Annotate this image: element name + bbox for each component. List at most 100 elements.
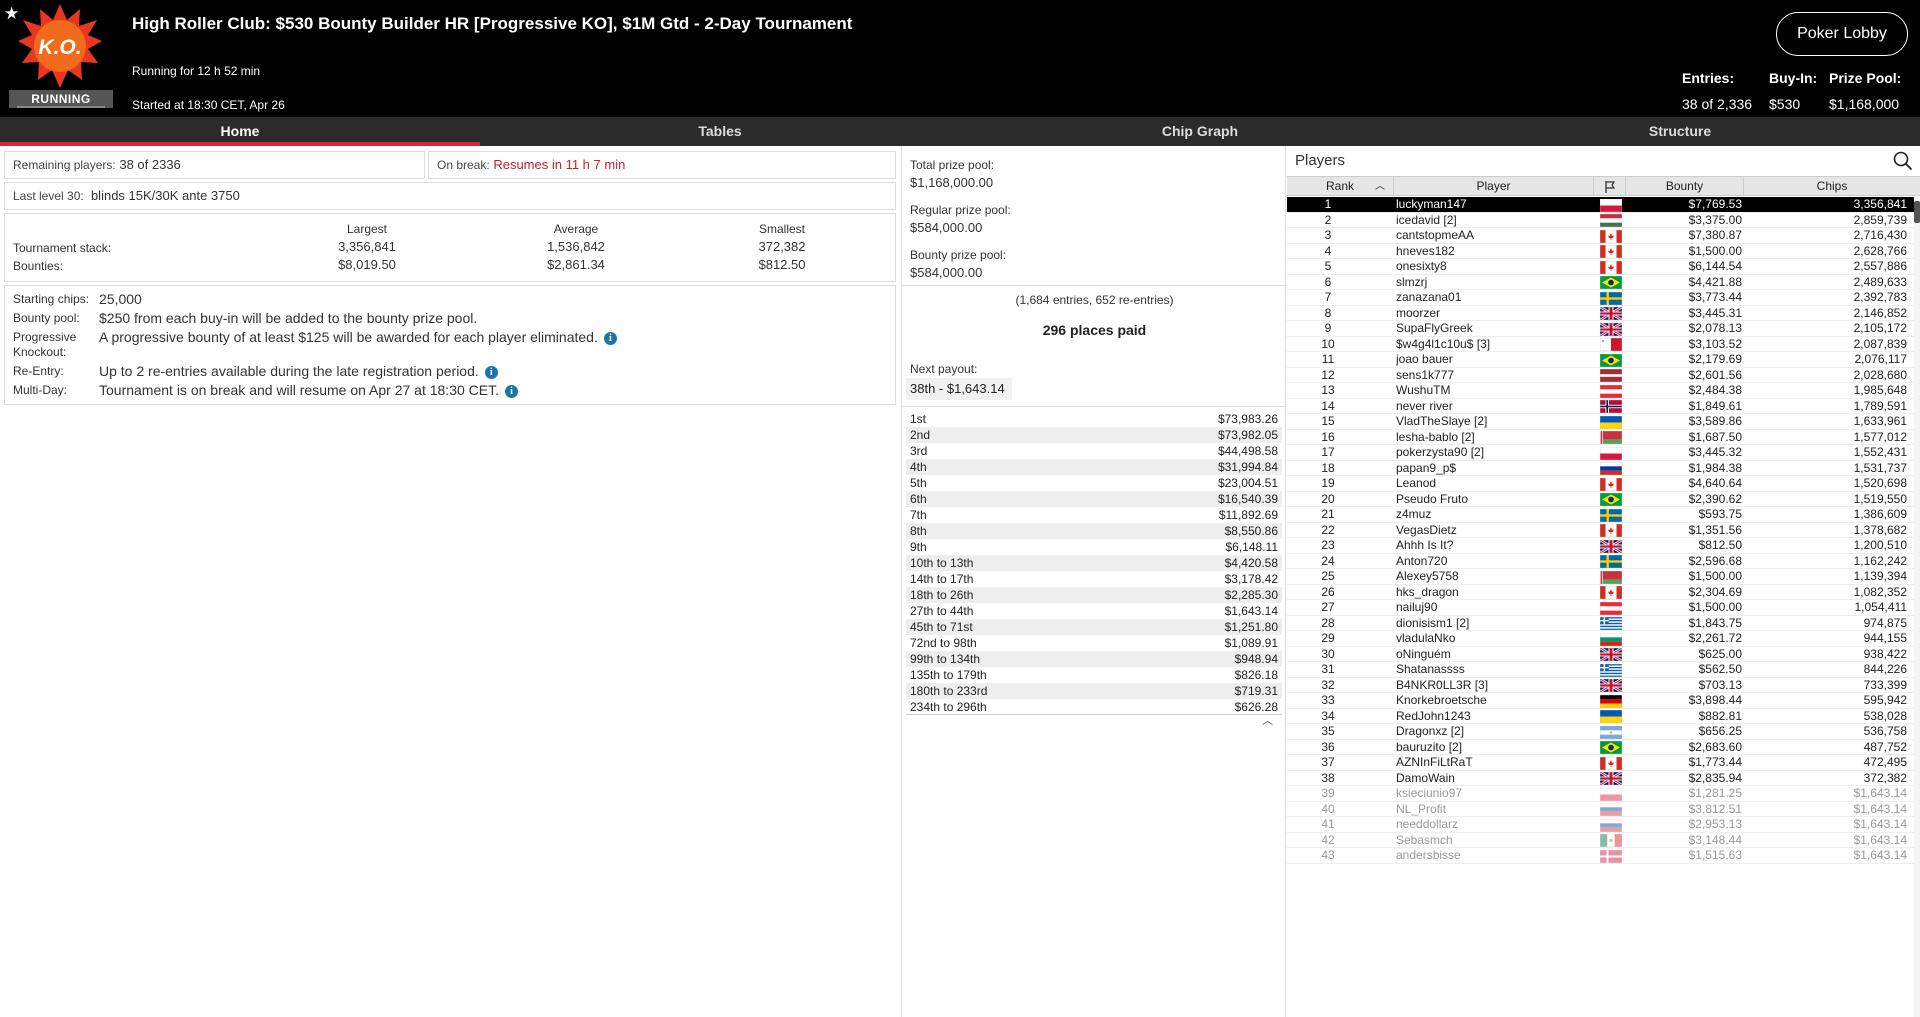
player-row[interactable]: 23 Ahhh Is It? $812.50 1,200,510 (1287, 538, 1914, 554)
country-flag-icon (1600, 539, 1622, 553)
player-row[interactable]: 16 lesha-bablo [2] $1,687.50 1,577,012 (1287, 429, 1914, 445)
player-row[interactable]: 39 ksieciunio97 $1,281.25 $1,643.14 (1287, 786, 1914, 802)
collapse-chevron-icon[interactable]: ︿ (1262, 712, 1273, 728)
average-column: Average 1,536,842 $2,861.34 (516, 220, 636, 274)
player-chips: $1,643.14 (1853, 786, 1907, 800)
player-row[interactable]: 26 hks_dragon $2,304.69 1,082,352 (1287, 585, 1914, 600)
player-row[interactable]: 15 VladTheSlaye [2] $3,589.86 1,633,961 (1287, 414, 1914, 430)
player-row[interactable]: 34 RedJohn1243 $882.81 538,028 (1287, 709, 1914, 724)
player-row[interactable]: 13 WushuTM $2,484.38 1,985,648 (1287, 383, 1914, 399)
country-flag-icon (1600, 291, 1622, 305)
stacks-box: Tournament stack: Bounties: Largest 3,35… (4, 213, 896, 282)
scrollbar-track[interactable] (1914, 197, 1920, 1017)
pko-label: Progressive Knockout: (13, 330, 77, 359)
player-row[interactable]: 14 never river $1,849.61 1,789,591 (1287, 399, 1914, 414)
player-row[interactable]: 22 VegasDietz $1,351.56 1,378,682 (1287, 523, 1914, 538)
player-row[interactable]: 2 icedavid [2] $3,375.00 2,859,739 (1287, 213, 1914, 228)
player-row[interactable]: 42 Sebasmch $3,148.44 $1,643.14 (1287, 833, 1914, 848)
player-row[interactable]: 6 slmzrj $4,421.88 2,489,633 (1287, 274, 1914, 290)
player-row[interactable]: 25 Alexey5758 $1,500.00 1,139,394 (1287, 569, 1914, 585)
player-row[interactable]: 30 oNinguém $625.00 938,422 (1287, 647, 1914, 662)
player-header-label: Player (1476, 179, 1511, 193)
player-row[interactable]: 27 nailuj90 $1,500.00 1,054,411 (1287, 600, 1914, 616)
player-row[interactable]: 4 hneves182 $1,500.00 2,628,766 (1287, 244, 1914, 259)
player-chips: 2,076,117 (1854, 352, 1908, 366)
player-row[interactable]: 7 zanazana01 $3,773.44 2,392,783 (1287, 290, 1914, 306)
reentry-label: Re-Entry: (13, 364, 64, 378)
country-column-header[interactable] (1594, 177, 1626, 196)
rank-column-header[interactable]: Rank ︿ (1287, 177, 1394, 196)
player-chips: 1,200,510 (1853, 538, 1907, 552)
player-rank: 16 (1321, 429, 1335, 444)
payout-amount: $1,643.14 (1224, 604, 1278, 618)
player-row[interactable]: 28 dionisism1 [2] $1,843.75 974,875 (1287, 616, 1914, 631)
player-row[interactable]: 33 Knorkebroetsche $3,898.44 595,942 (1287, 693, 1914, 709)
country-flag-icon (1600, 756, 1622, 770)
player-row[interactable]: 41 needdollarz $2,953.13 $1,643.14 (1287, 817, 1914, 833)
player-name: luckyman147 (1396, 197, 1467, 211)
player-name: bauruzito [2] (1396, 739, 1463, 754)
player-row[interactable]: 40 NL_Profit $3,812.51 $1,643.14 (1287, 802, 1914, 817)
chips-column-header[interactable]: Chips (1744, 177, 1920, 196)
tab-structure[interactable]: Structure (1440, 117, 1920, 146)
player-row[interactable]: 43 andersbisse $1,515.63 $1,643.14 (1287, 848, 1914, 864)
star-icon[interactable]: ★ (4, 4, 19, 24)
payout-place: 9th (910, 540, 927, 554)
scrollbar-thumb[interactable] (1914, 201, 1920, 223)
country-flag-icon (1600, 787, 1622, 801)
player-row[interactable]: 5 onesixty8 $6,144.54 2,557,886 (1287, 259, 1914, 275)
remaining-value: 38 of 2336 (119, 157, 181, 172)
payout-amount: $3,178.42 (1224, 572, 1278, 586)
rank-header-label: Rank (1325, 179, 1354, 193)
country-flag-icon (1600, 462, 1622, 475)
info-icon[interactable]: i (484, 365, 498, 379)
player-rank: 5 (1324, 259, 1332, 273)
player-chips: 2,105,172 (1853, 321, 1907, 335)
player-rank: 29 (1321, 631, 1335, 645)
sort-up-icon[interactable]: ︿ (1375, 177, 1385, 196)
player-column-header[interactable]: Player (1394, 177, 1594, 196)
player-row[interactable]: 11 joao bauer $2,179.69 2,076,117 (1287, 352, 1914, 368)
info-row-reentry: Re-Entry: Up to 2 re-entries available d… (13, 362, 895, 381)
player-row[interactable]: 24 Anton720 $2,596.68 1,162,242 (1287, 554, 1914, 569)
player-chips: 2,146,852 (1853, 305, 1907, 320)
search-icon[interactable] (1892, 150, 1914, 172)
country-flag-icon (1600, 679, 1622, 692)
player-row[interactable]: 8 moorzer $3,445.31 2,146,852 (1287, 305, 1914, 321)
tab-tables[interactable]: Tables (480, 117, 960, 146)
player-name: slmzrj (1396, 274, 1428, 289)
player-row[interactable]: 21 z4muz $593.75 1,386,609 (1287, 507, 1914, 523)
poker-lobby-button[interactable]: Poker Lobby (1776, 12, 1908, 56)
player-rank: 25 (1321, 569, 1335, 583)
player-name: moorzer (1396, 305, 1441, 320)
player-chips: 2,028,680 (1853, 367, 1907, 382)
player-row[interactable]: 36 bauruzito [2] $2,683.60 487,752 (1287, 739, 1914, 755)
player-row[interactable]: 9 SupaFlyGreek $2,078.13 2,105,172 (1287, 321, 1914, 337)
player-row[interactable]: 38 DamoWain $2,835.94 372,382 (1287, 771, 1914, 786)
player-row[interactable]: 32 B4NKR0LL3R [3] $703.13 733,399 (1287, 678, 1914, 693)
player-row[interactable]: 17 pokerzysta90 [2] $3,445.32 1,552,431 (1287, 445, 1914, 461)
player-bounty: $3,103.52 (1688, 336, 1742, 351)
player-row[interactable]: 18 papan9_p$ $1,984.38 1,531,737 (1287, 461, 1914, 476)
info-icon[interactable]: i (505, 384, 518, 398)
player-row[interactable]: 37 AZNInFiLtRaT $1,773.44 472,495 (1287, 755, 1914, 771)
country-flag-icon (1600, 570, 1622, 584)
player-bounty: $2,484.38 (1688, 383, 1742, 397)
bounty-column-header[interactable]: Bounty (1626, 177, 1744, 196)
player-row[interactable]: 10 $w4g4l1c10u$ [3] $3,103.52 2,087,839 (1287, 336, 1914, 352)
player-row[interactable]: 20 Pseudo Fruto $2,390.62 1,519,550 (1287, 492, 1914, 507)
player-name: Dragonxz [2] (1396, 724, 1465, 738)
player-chips: 487,752 (1863, 739, 1907, 754)
player-row[interactable]: 19 Leanod $4,640.64 1,520,698 (1287, 476, 1914, 492)
player-row[interactable]: 1 luckyman147 $7,769.53 3,356,841 (1287, 197, 1914, 213)
ko-logo-text: K.O. (38, 36, 81, 59)
player-row[interactable]: 12 sens1k777 $2,601.56 2,028,680 (1287, 367, 1914, 383)
player-row[interactable]: 35 Dragonxz [2] $656.25 536,758 (1287, 724, 1914, 740)
player-row[interactable]: 31 Shatanassss $562.50 844,226 (1287, 662, 1914, 678)
info-icon[interactable]: i (603, 331, 617, 345)
player-rank: 33 (1321, 693, 1335, 707)
tab-chip-graph[interactable]: Chip Graph (960, 117, 1440, 146)
player-row[interactable]: 3 cantstopmeAA $7,380.87 2,716,430 (1287, 228, 1914, 244)
player-row[interactable]: 29 vladulaNko $2,261.72 944,155 (1287, 631, 1914, 647)
tab-home[interactable]: Home (0, 117, 480, 146)
